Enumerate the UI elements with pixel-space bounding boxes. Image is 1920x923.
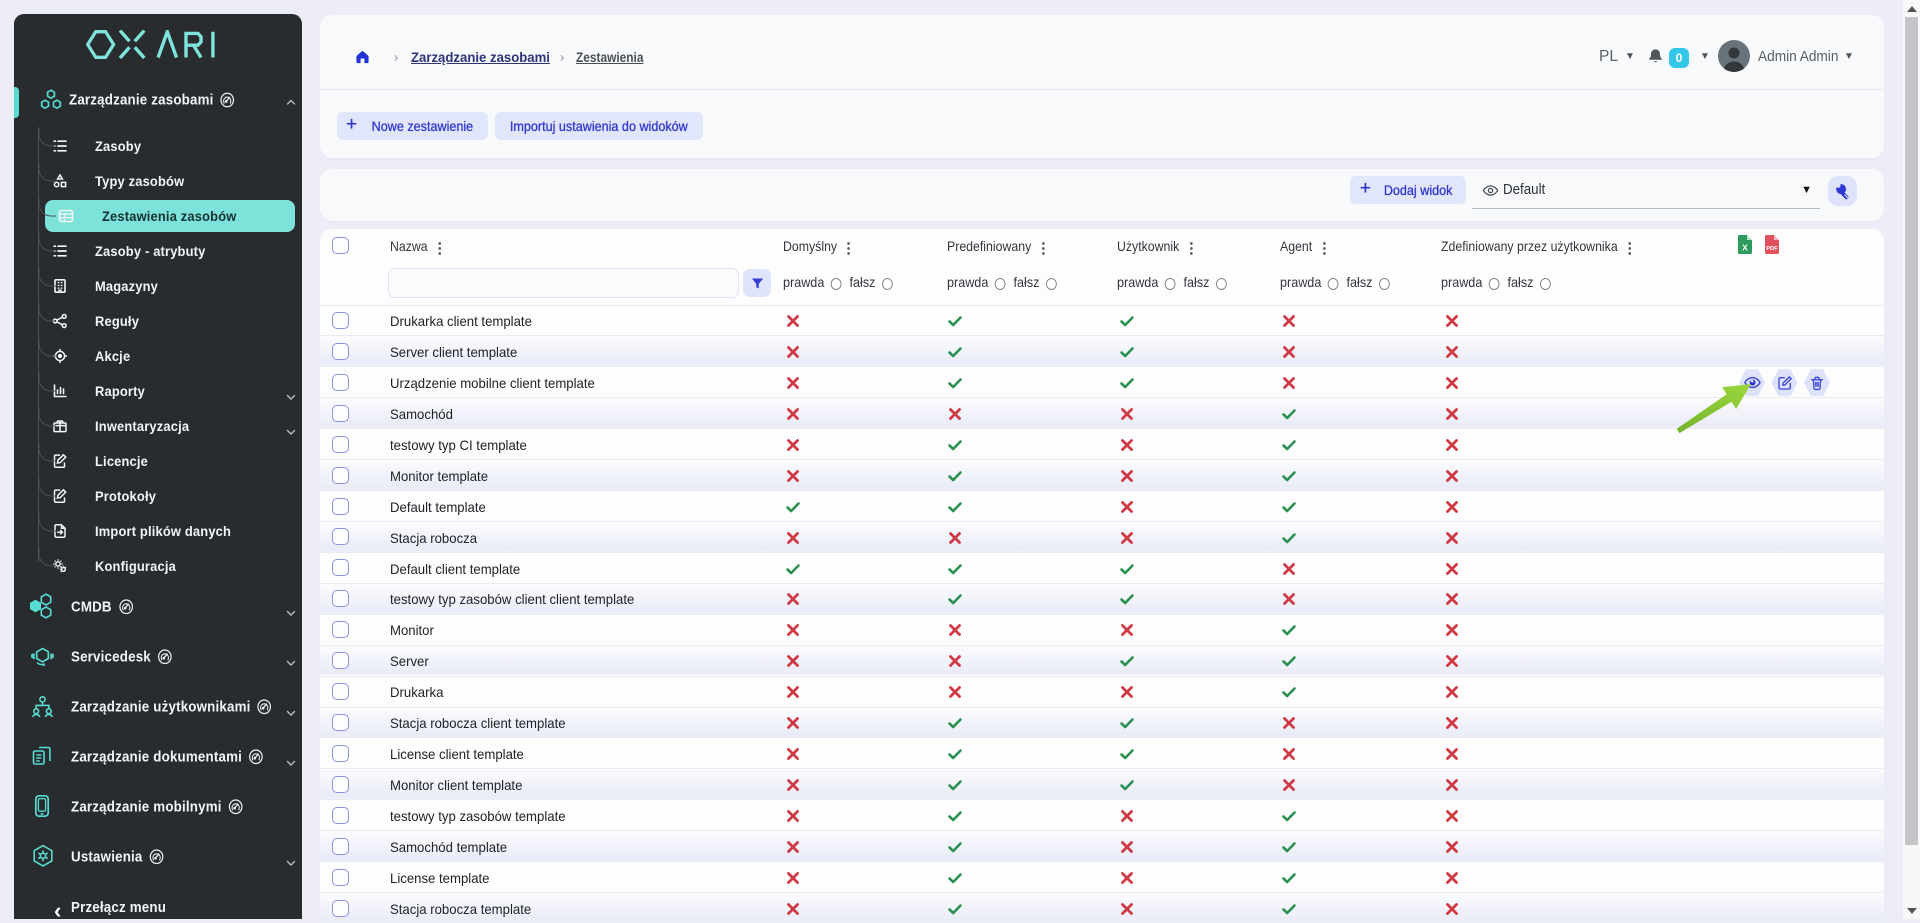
svg-text:PDF: PDF [1767,246,1779,252]
svg-text:X: X [1742,243,1748,253]
